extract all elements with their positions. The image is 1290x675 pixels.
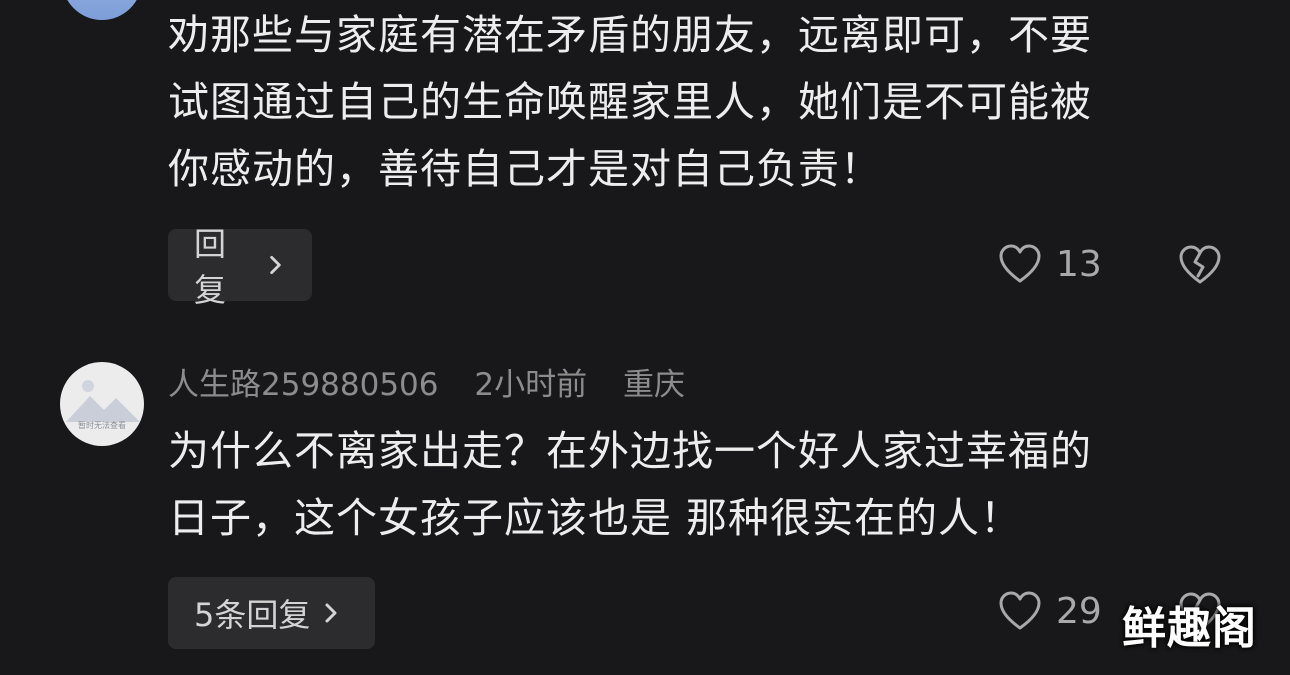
comment-line: 劝那些与家庭有潜在矛盾的朋友，远离即可，不要 (168, 11, 1092, 59)
username[interactable]: 人生路259880506 (168, 367, 439, 403)
comment-line: 为什么不离家出走？在外边找一个好人家过幸福的 (168, 427, 1092, 475)
reply-button[interactable]: 回复 (168, 225, 312, 309)
replies-button[interactable]: 5条回复 (168, 577, 375, 649)
heart-outline-icon (999, 591, 1041, 630)
image-placeholder-icon (66, 380, 140, 422)
heart-outline-icon (999, 244, 1041, 283)
comment-meta: 人生路259880506 2小时前 重庆 (168, 362, 711, 408)
replies-label: 5条回复 (194, 596, 311, 634)
timestamp: 2小时前 (474, 367, 588, 403)
comment-feed: 劝那些与家庭有潜在矛盾的朋友，远离即可，不要 试图通过自己的生命唤醒家里人，她们… (0, 0, 1290, 675)
location: 重庆 (622, 367, 685, 403)
like-count: 29 (1056, 590, 1102, 632)
chevron-right-icon (325, 603, 337, 623)
comment-text: 为什么不离家出走？在外边找一个好人家过幸福的 日子，这个女孩子应该也是 那种很实… (168, 418, 1092, 552)
chevron-right-icon (270, 255, 281, 275)
like-button[interactable]: 13 (998, 243, 1102, 285)
like-count: 13 (1056, 243, 1102, 285)
avatar[interactable]: 暂时无法查看 (60, 362, 144, 446)
avatar[interactable] (62, 0, 142, 20)
like-button[interactable]: 29 (998, 590, 1102, 632)
comment-line: 你感动的，善待自己才是对自己负责！ (168, 145, 882, 193)
comment-line: 日子，这个女孩子应该也是 那种很实在的人！ (168, 494, 1023, 542)
comment-text: 劝那些与家庭有潜在矛盾的朋友，远离即可，不要 试图通过自己的生命唤醒家里人，她们… (168, 2, 1092, 203)
comment-line: 试图通过自己的生命唤醒家里人，她们是不可能被 (168, 78, 1092, 126)
watermark: 鲜趣阁 (1122, 603, 1257, 654)
avatar-caption: 暂时无法查看 (78, 421, 126, 430)
reply-label: 回复 (194, 225, 227, 309)
broken-heart-icon[interactable] (1178, 243, 1222, 287)
